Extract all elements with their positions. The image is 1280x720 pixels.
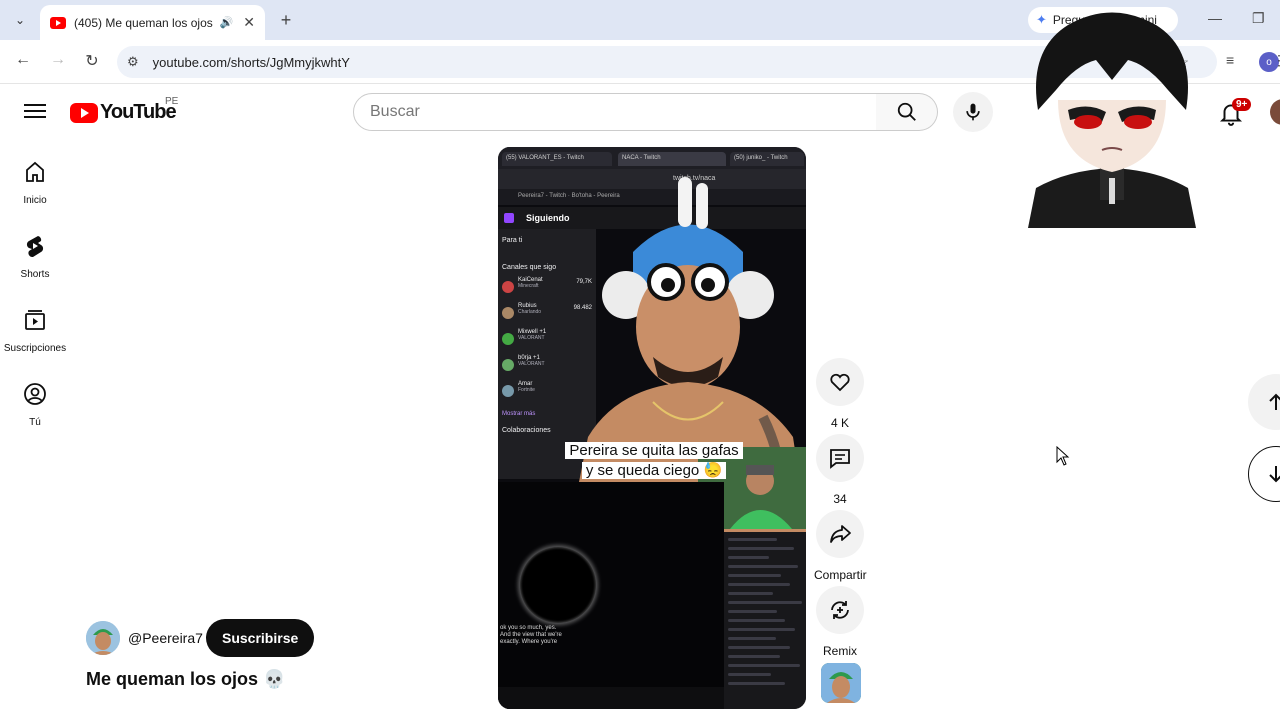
back-icon[interactable]: ← [12, 51, 34, 69]
subscribe-button[interactable]: Suscribirse [206, 619, 315, 657]
browser-menu-icon[interactable]: ⋮ [1272, 52, 1280, 69]
channel-handle[interactable]: @Peereira7 [128, 630, 203, 646]
eclipse-image [520, 547, 596, 623]
like-count: 4 K [830, 416, 849, 430]
sidebar-item-label: Inicio [23, 195, 47, 206]
stream-browser-tabs: (55) VALORANT_ES - Twitch NACA - Twitch … [498, 147, 806, 169]
tab-search-chevron-icon[interactable]: ⌄ [8, 8, 32, 32]
remix-label: Remix [822, 644, 857, 658]
account-avatar[interactable] [1270, 99, 1280, 125]
stream-tab: (55) VALORANT_ES - Twitch [502, 152, 612, 166]
sidebar-item-tu[interactable]: Tú [0, 382, 70, 428]
browser-tab-active[interactable]: (405) Me queman los ojos 🔊 ✕ [40, 5, 265, 40]
share-action[interactable]: Compartir [814, 510, 867, 582]
shorts-icon [26, 236, 44, 258]
heart-icon [830, 373, 850, 392]
stream-tab: (50) juniko_ - Twitch [730, 152, 804, 166]
share-icon [830, 525, 851, 543]
you-icon [24, 383, 46, 405]
search-button[interactable] [876, 93, 938, 131]
sidebar-item-suscripciones[interactable]: Suscripciones [0, 308, 70, 354]
minimize-icon[interactable]: — [1208, 10, 1222, 26]
audio-playing-icon[interactable]: 🔊 [220, 16, 234, 29]
url-text[interactable]: youtube.com/shorts/JgMmyjkwhtY [153, 55, 350, 70]
stream-controls [498, 687, 724, 709]
sidebar-item-inicio[interactable]: Inicio [0, 160, 70, 206]
next-short-button[interactable] [1248, 446, 1280, 502]
caption-line: y se queda ciego 😓 [581, 462, 727, 479]
vtuber-avatar-overlay [1028, 12, 1196, 228]
home-icon [26, 161, 44, 182]
stream-chat [724, 532, 806, 709]
sidebar-item-label: Shorts [20, 269, 50, 280]
new-tab-button[interactable]: + [275, 9, 297, 31]
comment-action[interactable]: 34 [814, 434, 866, 506]
search-icon [897, 102, 916, 121]
sidebar-item-label: Tú [29, 417, 41, 428]
caption-line: Pereira se quita las gafas [565, 442, 743, 459]
sidebar-item-label: Suscripciones [3, 343, 67, 354]
remix-button[interactable] [816, 586, 864, 634]
short-title: Me queman los ojos 💀 [86, 669, 286, 689]
arrow-down-icon [1269, 466, 1280, 483]
youtube-play-icon [70, 102, 98, 123]
comment-icon [830, 449, 850, 469]
stream-subtitle: ok you so much, yes. And the view that w… [500, 625, 562, 645]
previous-short-button[interactable] [1248, 374, 1280, 430]
share-label: Compartir [814, 568, 867, 582]
like-action[interactable]: 4 K [814, 358, 866, 430]
maximize-icon[interactable]: ❐ [1252, 10, 1265, 27]
stream-tab: NACA - Twitch [618, 152, 726, 166]
media-controls-icon[interactable]: ≡ [1226, 52, 1234, 68]
reload-icon[interactable]: ↻ [81, 51, 103, 71]
channel-avatar[interactable] [86, 621, 120, 655]
comment-button[interactable] [816, 434, 864, 482]
sidebar-item-shorts[interactable]: Shorts [0, 234, 70, 280]
youtube-favicon-icon [50, 16, 66, 29]
tab-title: (405) Me queman los ojos [74, 15, 213, 30]
mouse-cursor-icon [1056, 446, 1070, 466]
remix-icon [831, 601, 849, 619]
video-caption: Pereira se quita las gafas y se queda ci… [560, 441, 748, 481]
comment-count: 34 [833, 492, 847, 506]
subscriptions-icon [25, 310, 45, 330]
short-video-player[interactable]: (55) VALORANT_ES - Twitch NACA - Twitch … [498, 147, 806, 709]
share-button[interactable] [816, 510, 864, 558]
remix-action[interactable]: Remix [814, 586, 866, 658]
microphone-icon [966, 103, 980, 121]
arrow-up-icon [1269, 393, 1280, 410]
youtube-logo[interactable]: YouTube PE [70, 96, 178, 124]
tab-close-icon[interactable]: ✕ [243, 14, 255, 31]
country-code: PE [165, 96, 179, 107]
menu-hamburger-icon[interactable] [24, 101, 46, 121]
search-input[interactable] [370, 103, 876, 121]
site-info-icon[interactable]: ⚙ [127, 54, 139, 70]
search-box[interactable] [353, 93, 877, 131]
twitch-logo-icon [504, 213, 514, 223]
like-button[interactable] [816, 358, 864, 406]
audio-source-thumbnail[interactable] [821, 663, 861, 703]
voice-search-button[interactable] [953, 92, 993, 132]
forward-icon[interactable]: → [47, 51, 69, 69]
notification-badge: 9+ [1232, 98, 1252, 111]
